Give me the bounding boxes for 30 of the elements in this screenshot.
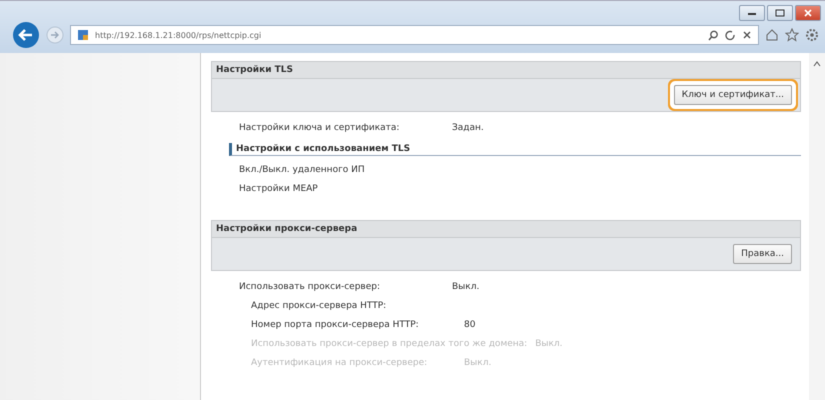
address-bar[interactable]: http://192.168.1.21:8000/rps/nettcpip.cgi xyxy=(70,25,759,45)
close-icon[interactable] xyxy=(742,30,752,40)
setting-value: Выкл. xyxy=(535,338,563,348)
section-header: Настройки TLS xyxy=(211,61,801,79)
setting-label: Адрес прокси-сервера HTTP: xyxy=(251,300,388,310)
setting-label: Настройки ключа и сертификата: xyxy=(239,122,400,132)
search-icon[interactable] xyxy=(708,30,719,40)
action-button[interactable]: Правка... xyxy=(733,244,792,264)
setting-value: 80 xyxy=(464,320,476,330)
section-header: Настройки прокси-сервера xyxy=(211,220,801,238)
settings-link[interactable]: Настройки MEAP xyxy=(239,184,318,194)
setting-value: Выкл. xyxy=(452,282,480,292)
setting-label: Использовать прокси-сервер в пределах того же домена: xyxy=(251,338,528,348)
scrollbar[interactable] xyxy=(809,53,825,400)
page-icon xyxy=(77,29,89,41)
home-icon[interactable] xyxy=(765,28,779,42)
minimize-icon[interactable] xyxy=(739,5,765,21)
scroll-up-icon[interactable] xyxy=(813,61,821,67)
setting-label: Аутентификация на прокси-сервере: xyxy=(251,358,428,368)
settings-icon[interactable] xyxy=(805,28,819,42)
close-icon[interactable] xyxy=(795,5,821,21)
maximize-icon[interactable] xyxy=(767,5,793,21)
setting-value: Задан. xyxy=(452,122,484,132)
setting-label: Номер порта прокси-сервера HTTP: xyxy=(251,320,420,330)
refresh-icon[interactable] xyxy=(725,30,736,40)
settings-link[interactable]: Вкл./Выкл. удаленного ИП xyxy=(239,164,365,174)
star-icon[interactable] xyxy=(785,28,799,42)
setting-value: Выкл. xyxy=(464,358,492,368)
subsection-heading: Настройки с использованием TLS xyxy=(229,143,801,156)
setting-label: Использовать прокси-сервер: xyxy=(239,282,382,292)
